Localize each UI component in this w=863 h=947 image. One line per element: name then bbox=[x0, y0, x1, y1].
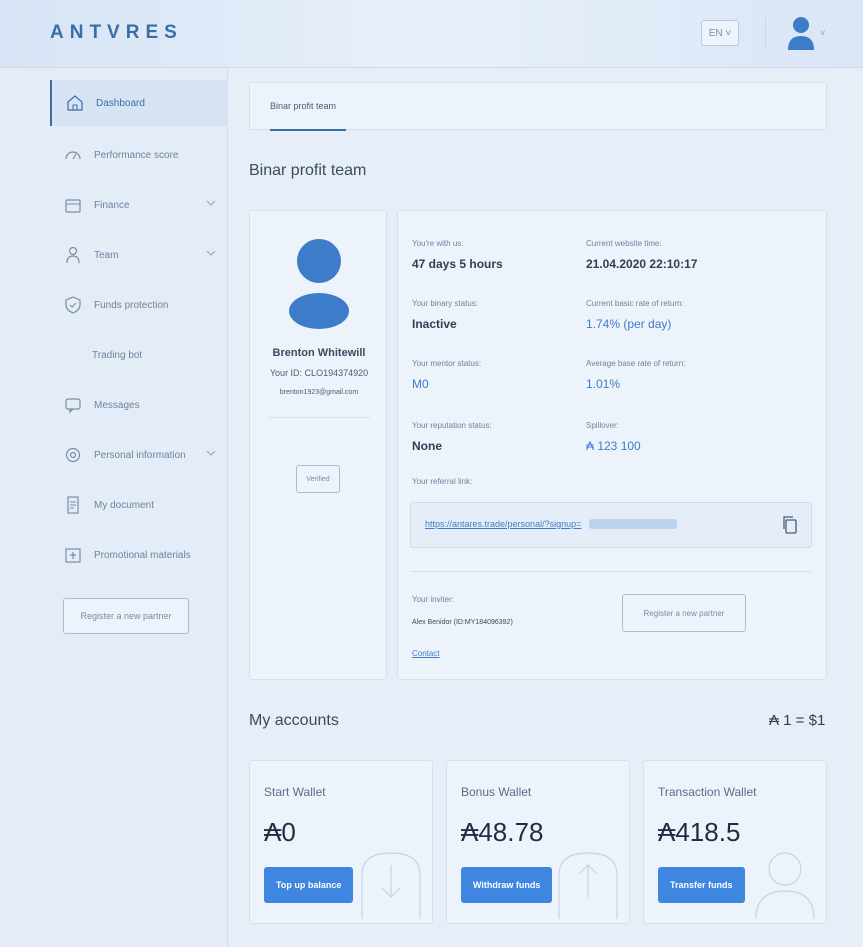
accounts-title: My accounts bbox=[249, 712, 339, 729]
info-divider bbox=[410, 571, 812, 572]
profile-id: Your ID: CLO194374920 bbox=[269, 368, 369, 378]
tab-bar: Binar profit team bbox=[249, 82, 827, 131]
sidebar-item-label: Performance score bbox=[94, 149, 179, 161]
sidebar-item-label: Team bbox=[94, 249, 119, 261]
sidebar-item-messages[interactable]: Messages bbox=[50, 382, 228, 428]
chevron-down-icon bbox=[206, 250, 216, 256]
sidebar-item-team[interactable]: Team bbox=[50, 232, 228, 278]
referral-label: Your referral link: bbox=[412, 477, 473, 486]
withdraw-funds-button[interactable]: Withdraw funds bbox=[461, 867, 553, 903]
bonus-wallet-card: Bonus Wallet ₳48.78 Withdraw funds bbox=[446, 760, 630, 924]
exchange-rate: ₳ 1 = $1 bbox=[769, 712, 826, 729]
copy-icon[interactable] bbox=[783, 516, 797, 534]
wallet-amount: ₳418.5 bbox=[658, 817, 741, 847]
referral-link[interactable]: https://antares.trade/personal/?signup= bbox=[425, 519, 581, 529]
withdraw-illustration-icon bbox=[558, 852, 618, 919]
sidebar-item-label: Promotional materials bbox=[94, 549, 191, 561]
tab-binar-profit-team[interactable]: Binar profit team bbox=[270, 83, 346, 131]
with-us-label: You're with us: bbox=[412, 239, 464, 248]
profile-email: brenton1923@gmail.com bbox=[279, 389, 359, 396]
wallet-name: Transaction Wallet bbox=[658, 785, 757, 799]
reputation-value: None bbox=[412, 439, 442, 453]
top-header: ANTVRES EN ˅ ˅ bbox=[0, 0, 863, 68]
promo-icon bbox=[65, 548, 81, 563]
profile-card: Brenton Whitewill Your ID: CLO194374920 … bbox=[249, 210, 387, 680]
sidebar-item-dashboard[interactable]: Dashboard bbox=[50, 80, 228, 126]
sidebar-item-label: Personal information bbox=[94, 449, 186, 461]
website-time-label: Current website time: bbox=[586, 239, 662, 248]
gauge-icon bbox=[65, 151, 81, 160]
binary-status-value: Inactive bbox=[412, 317, 457, 331]
basic-rate-label: Current basic rate of return: bbox=[586, 299, 684, 308]
brand-logo[interactable]: ANTVRES bbox=[50, 22, 183, 44]
referral-link-box: https://antares.trade/personal/?signup= bbox=[410, 502, 812, 548]
start-wallet-card: Start Wallet ₳0 Top up balance bbox=[249, 760, 433, 924]
transfer-funds-button[interactable]: Transfer funds bbox=[658, 867, 745, 903]
chevron-down-icon bbox=[206, 200, 216, 206]
referral-code-redacted bbox=[589, 519, 677, 529]
with-us-value: 47 days 5 hours bbox=[412, 257, 503, 271]
spillover-label: Spillover: bbox=[586, 421, 619, 430]
sidebar-item-label: Dashboard bbox=[96, 97, 145, 109]
page-title: Binar profit team bbox=[249, 162, 367, 179]
sidebar-item-label: Messages bbox=[94, 399, 140, 411]
sidebar-item-label: Finance bbox=[94, 199, 130, 211]
shield-icon bbox=[65, 296, 81, 314]
sidebar-item-trading-bot[interactable]: Trading bot bbox=[50, 332, 228, 378]
user-avatar-icon[interactable] bbox=[786, 16, 816, 52]
basic-rate-value: 1.74% (per day) bbox=[586, 317, 672, 331]
verified-badge: Verified bbox=[296, 465, 340, 493]
person-icon bbox=[66, 246, 80, 264]
inviter-label: Your inviter: bbox=[412, 595, 454, 604]
header-divider bbox=[765, 18, 766, 48]
contact-link[interactable]: Contact bbox=[412, 649, 440, 658]
sidebar-item-label: My document bbox=[94, 499, 155, 511]
register-partner-button[interactable]: Register a new partner bbox=[622, 594, 746, 632]
language-select[interactable]: EN ˅ bbox=[701, 20, 739, 46]
deposit-illustration-icon bbox=[361, 852, 421, 919]
mentor-status-label: Your mentor status: bbox=[412, 359, 482, 368]
sidebar-item-finance[interactable]: Finance bbox=[50, 182, 228, 228]
chat-icon bbox=[65, 398, 81, 414]
reputation-label: Your reputation status: bbox=[412, 421, 492, 430]
avg-rate-label: Average base rate of return: bbox=[586, 359, 686, 368]
wallet-name: Start Wallet bbox=[264, 785, 326, 799]
gear-icon bbox=[65, 447, 81, 463]
document-icon bbox=[67, 496, 79, 514]
wallet-amount: ₳0 bbox=[264, 817, 296, 847]
top-up-balance-button[interactable]: Top up balance bbox=[264, 867, 354, 903]
sidebar-item-performance-score[interactable]: Performance score bbox=[50, 132, 228, 178]
website-time-value: 21.04.2020 22:10:17 bbox=[586, 257, 698, 271]
transaction-wallet-card: Transaction Wallet ₳418.5 Transfer funds bbox=[643, 760, 827, 924]
sidebar-item-label: Trading bot bbox=[92, 349, 143, 361]
user-menu-chevron-icon[interactable]: ˅ bbox=[820, 28, 825, 38]
sidebar-item-my-document[interactable]: My document bbox=[50, 482, 228, 528]
register-partner-button[interactable]: Register a new partner bbox=[63, 598, 189, 634]
profile-name: Brenton Whitewill bbox=[272, 347, 366, 359]
inviter-value: Alex Benidor (ID:MY184096392) bbox=[412, 619, 513, 626]
account-info-card: You're with us: 47 days 5 hours Current … bbox=[397, 210, 827, 680]
profile-avatar-icon bbox=[289, 239, 349, 329]
wallet-icon bbox=[65, 199, 81, 213]
home-icon bbox=[67, 95, 83, 111]
wallet-name: Bonus Wallet bbox=[461, 785, 532, 799]
mentor-status-value: M0 bbox=[412, 377, 429, 391]
binary-status-label: Your binary status: bbox=[412, 299, 478, 308]
sidebar-item-personal-information[interactable]: Personal information bbox=[50, 432, 228, 478]
chevron-down-icon bbox=[206, 450, 216, 456]
sidebar: Dashboard Performance score Finance Team… bbox=[0, 68, 228, 947]
wallet-amount: ₳48.78 bbox=[461, 817, 544, 847]
sidebar-item-funds-protection[interactable]: Funds protection bbox=[50, 282, 228, 328]
sidebar-item-promotional-materials[interactable]: Promotional materials bbox=[50, 532, 228, 578]
transfer-illustration-icon bbox=[755, 852, 815, 919]
spillover-value: ₳ 123 100 bbox=[586, 439, 641, 453]
avg-rate-value: 1.01% bbox=[586, 377, 621, 391]
sidebar-item-label: Funds protection bbox=[94, 299, 169, 311]
profile-divider bbox=[268, 417, 370, 418]
